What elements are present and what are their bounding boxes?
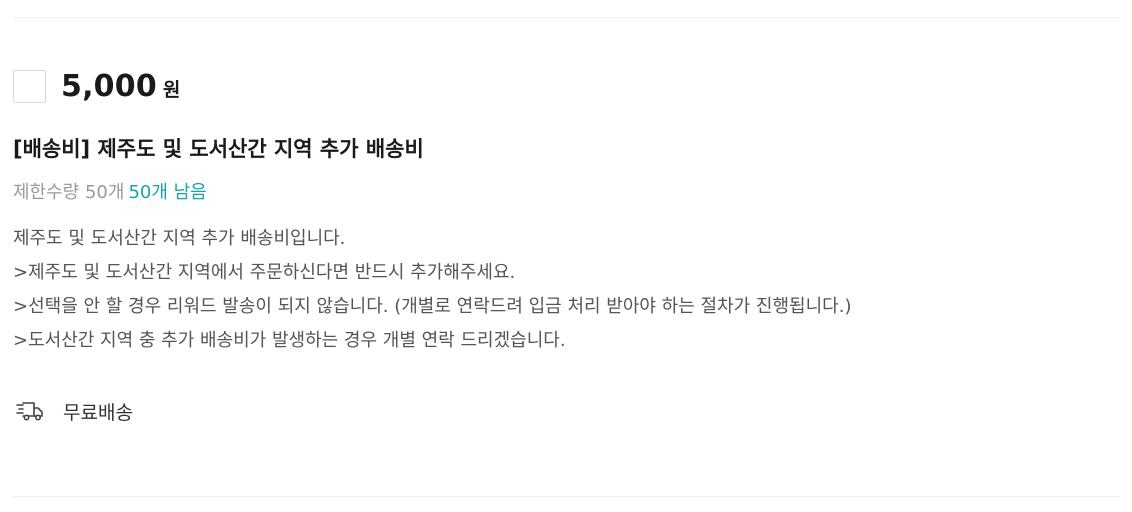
truck-icon xyxy=(16,400,44,422)
bottom-divider xyxy=(13,496,1119,497)
price-row: 5,000 원 xyxy=(13,67,180,105)
description-line: 제주도 및 도서산간 지역 추가 배송비입니다. xyxy=(13,228,346,249)
description-line: >제주도 및 도서산간 지역에서 주문하신다면 반드시 추가해주세요. xyxy=(13,262,516,283)
price-amount: 5,000 xyxy=(61,68,157,104)
quantity-limit-label: 제한수량 50개 xyxy=(13,182,125,203)
shipping-info-row: 무료배송 xyxy=(16,397,133,425)
description-line: >도서산간 지역 충 추가 배송비가 발생하는 경우 개별 연락 드리겠습니다. xyxy=(13,330,566,351)
shipping-label: 무료배송 xyxy=(63,401,133,424)
remaining-quantity-label: 50개 남음 xyxy=(128,182,207,203)
price-currency-unit: 원 xyxy=(162,78,181,101)
quantity-limit-row: 제한수량 50개 50개 남음 xyxy=(13,178,207,204)
reward-title: [배송비] 제주도 및 도서산간 지역 추가 배송비 xyxy=(13,137,424,161)
reward-option-card[interactable]: 5,000 원 [배송비] 제주도 및 도서산간 지역 추가 배송비 제한수량 … xyxy=(13,0,1119,512)
reward-select-checkbox[interactable] xyxy=(13,69,46,103)
reward-description: 제주도 및 도서산간 지역 추가 배송비입니다. >제주도 및 도서산간 지역에… xyxy=(13,222,851,358)
description-line: >선택을 안 할 경우 리워드 발송이 되지 않습니다. (개별로 연락드려 입… xyxy=(13,296,852,317)
